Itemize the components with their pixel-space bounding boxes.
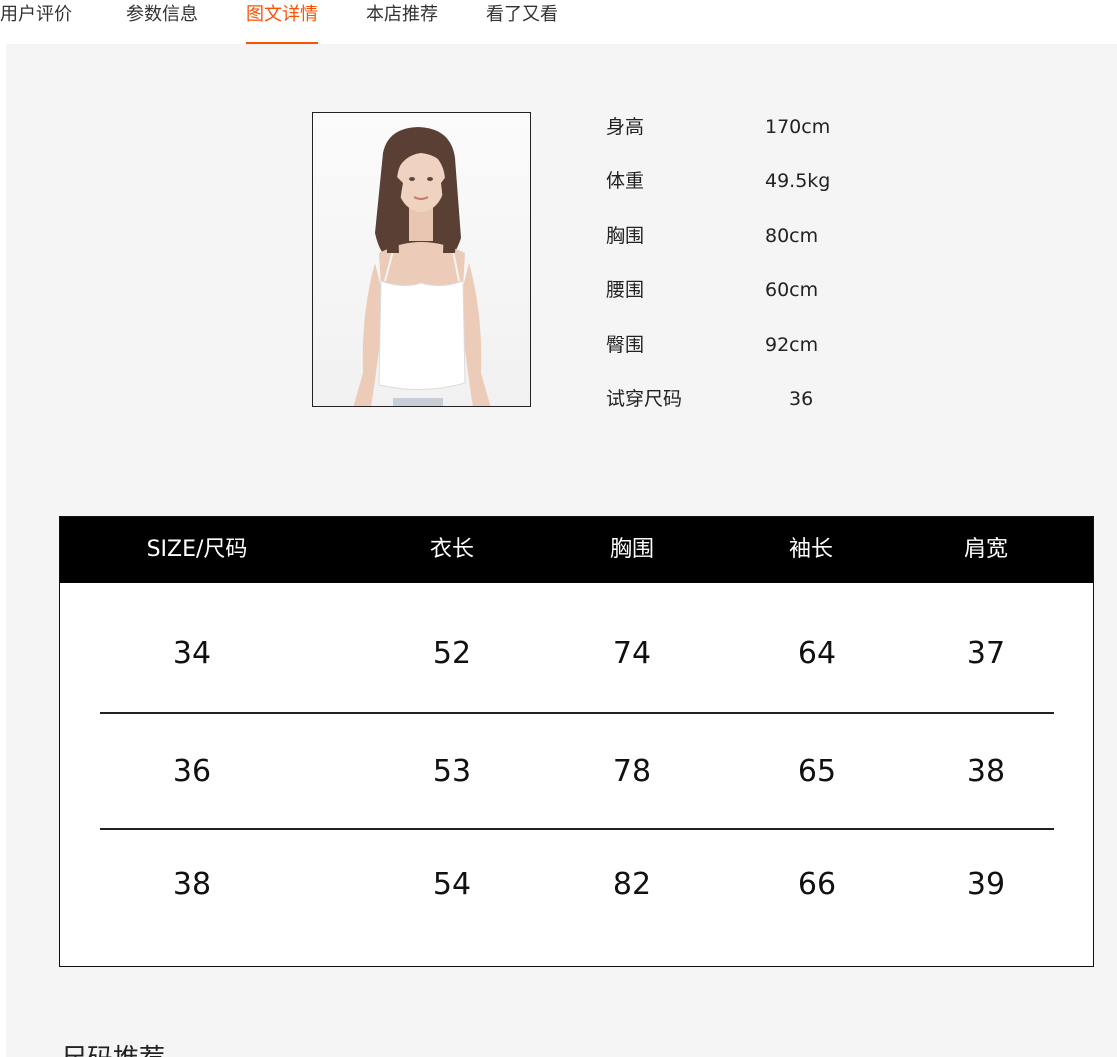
size-chart-table: SIZE/尺码 衣长 胸围 袖长 肩宽 34 52 74 64 37 36 53… — [59, 516, 1094, 967]
model-illustration — [353, 127, 491, 406]
table-cell: 37 — [966, 636, 1006, 671]
table-cell: 78 — [612, 754, 652, 789]
header-cell-bust: 胸围 — [609, 537, 655, 562]
model-photo — [312, 112, 531, 407]
table-cell: 38 — [966, 754, 1006, 789]
spec-label: 臀围 — [606, 334, 645, 356]
spec-label: 胸围 — [606, 225, 645, 247]
table-cell: 52 — [432, 636, 472, 671]
table-cell: 38 — [172, 867, 212, 902]
table-cell: 65 — [797, 754, 837, 789]
size-recommend-title: 尺码推荐 — [61, 1042, 165, 1057]
tab-user-reviews[interactable]: 用户评价 — [0, 2, 72, 44]
spec-value: 49.5kg — [765, 170, 831, 192]
row-divider — [100, 828, 1054, 830]
spec-label: 体重 — [606, 170, 645, 192]
table-cell: 64 — [797, 636, 837, 671]
spec-value: 92cm — [765, 334, 819, 356]
row-divider — [100, 712, 1054, 714]
table-cell: 66 — [797, 867, 837, 902]
header-cell-size: SIZE/尺码 — [146, 537, 248, 562]
table-cell: 34 — [172, 636, 212, 671]
table-cell: 74 — [612, 636, 652, 671]
detail-tabs: 用户评价 参数信息 图文详情 本店推荐 看了又看 — [0, 0, 1117, 44]
header-cell-length: 衣长 — [429, 537, 475, 562]
size-table-header: SIZE/尺码 衣长 胸围 袖长 肩宽 — [60, 517, 1093, 583]
spec-label: 试穿尺码 — [606, 388, 683, 410]
header-cell-sleeve: 袖长 — [788, 537, 834, 562]
tab-also-viewed[interactable]: 看了又看 — [486, 2, 558, 44]
spec-label: 腰围 — [606, 279, 645, 301]
table-cell: 39 — [966, 867, 1006, 902]
table-cell: 36 — [172, 754, 212, 789]
spec-value: 170cm — [765, 116, 831, 138]
header-cell-shoulder: 肩宽 — [963, 537, 1009, 562]
table-cell: 54 — [432, 867, 472, 902]
spec-value: 80cm — [765, 225, 819, 247]
tab-parameters[interactable]: 参数信息 — [126, 2, 198, 44]
spec-label: 身高 — [606, 116, 645, 138]
detail-content: 身高 170cm 体重 49.5kg 胸围 80cm 腰围 60cm 臀围 92… — [6, 44, 1117, 1057]
tab-graphic-details[interactable]: 图文详情 — [246, 2, 318, 44]
table-cell: 82 — [612, 867, 652, 902]
spec-value: 60cm — [765, 279, 819, 301]
table-cell: 53 — [432, 754, 472, 789]
tab-store-recommend[interactable]: 本店推荐 — [366, 2, 438, 44]
spec-value: 36 — [789, 388, 814, 410]
